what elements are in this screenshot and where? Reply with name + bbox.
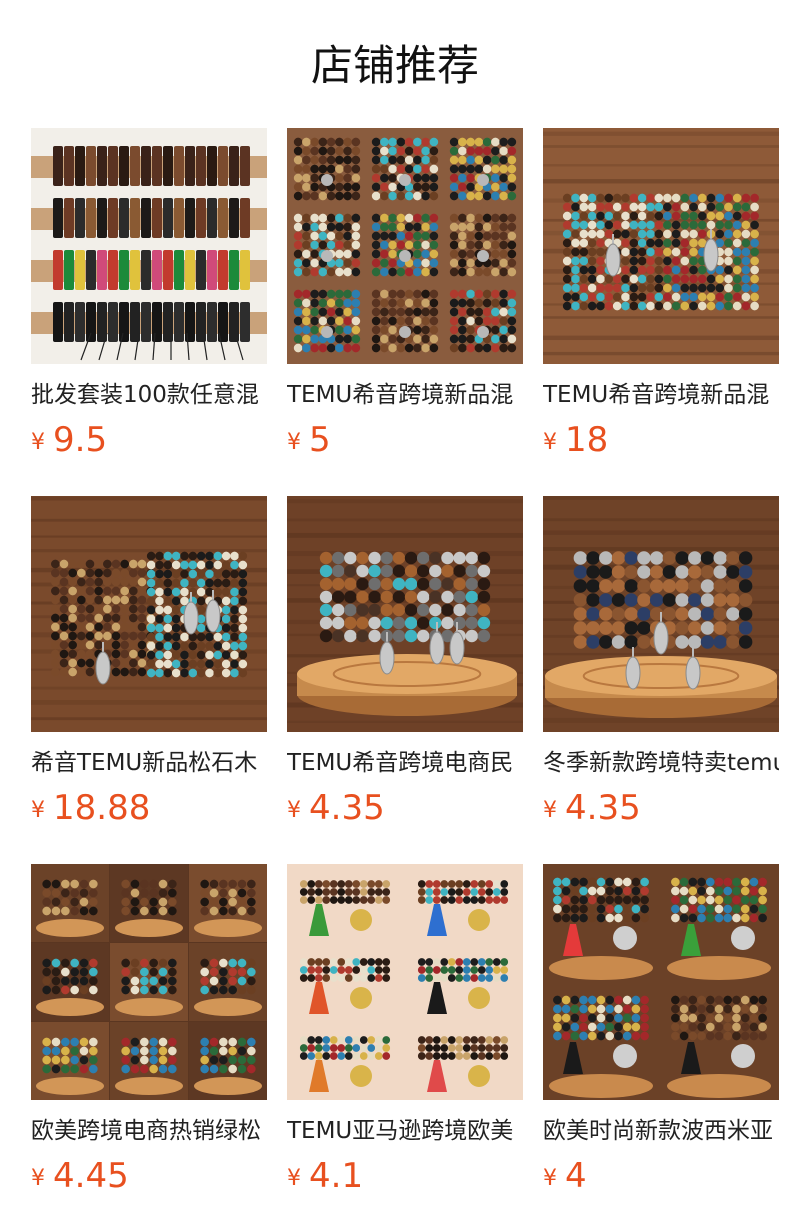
product-price: ¥5 [287,418,523,468]
currency-symbol: ¥ [543,798,557,823]
product-card[interactable]: TEMU希音跨境新品混 ¥18 [543,128,779,496]
product-image[interactable] [543,864,779,1100]
product-name[interactable]: TEMU希音跨境电商民 [287,748,523,778]
price-amount: 18 [565,420,609,460]
price-amount: 4 [565,1156,587,1196]
product-name[interactable]: 欧美跨境电商热销绿松 [31,1116,267,1146]
section-title: 店铺推荐 [310,41,479,90]
product-name[interactable]: TEMU亚马逊跨境欧美 [287,1116,523,1146]
product-price: ¥4.1 [287,1154,523,1204]
product-image[interactable] [31,128,267,364]
product-card[interactable]: 欧美跨境电商热销绿松 ¥4.45 [31,864,267,1232]
product-price: ¥4.35 [287,786,523,836]
product-price: ¥4.45 [31,1154,267,1204]
product-name[interactable]: 欧美时尚新款波西米亚 [543,1116,779,1146]
price-amount: 4.1 [309,1156,364,1196]
product-name[interactable]: TEMU希音跨境新品混 [543,380,779,410]
product-image[interactable] [31,864,267,1100]
product-card[interactable]: 冬季新款跨境特卖temu ¥4.35 [543,496,779,864]
currency-symbol: ¥ [31,430,45,455]
product-price: ¥4 [543,1154,779,1204]
price-amount: 18.88 [53,788,151,828]
product-card[interactable]: TEMU亚马逊跨境欧美 ¥4.1 [287,864,523,1232]
product-name[interactable]: 批发套装100款任意混 [31,380,267,410]
currency-symbol: ¥ [287,1166,301,1191]
product-grid: 批发套装100款任意混 ¥9.5 TEMU希音跨境新品混 ¥5 TEMU希音跨境… [31,128,790,1232]
product-card[interactable]: TEMU希音跨境新品混 ¥5 [287,128,523,496]
price-amount: 4.35 [565,788,641,828]
currency-symbol: ¥ [287,798,301,823]
product-card[interactable]: TEMU希音跨境电商民 ¥4.35 [287,496,523,864]
product-name[interactable]: TEMU希音跨境新品混 [287,380,523,410]
product-image[interactable] [287,128,523,364]
currency-symbol: ¥ [543,1166,557,1191]
price-amount: 4.45 [53,1156,129,1196]
currency-symbol: ¥ [287,430,301,455]
product-image[interactable] [543,128,779,364]
product-card[interactable]: 批发套装100款任意混 ¥9.5 [31,128,267,496]
product-price: ¥9.5 [31,418,267,468]
currency-symbol: ¥ [31,1166,45,1191]
product-price: ¥18 [543,418,779,468]
product-image[interactable] [31,496,267,732]
product-image[interactable] [287,496,523,732]
product-name[interactable]: 冬季新款跨境特卖temu [543,748,779,778]
price-amount: 5 [309,420,331,460]
currency-symbol: ¥ [543,430,557,455]
product-card[interactable]: 欧美时尚新款波西米亚 ¥4 [543,864,779,1232]
product-name[interactable]: 希音TEMU新品松石木 [31,748,267,778]
currency-symbol: ¥ [31,798,45,823]
price-amount: 4.35 [309,788,385,828]
product-image[interactable] [287,864,523,1100]
product-image[interactable] [543,496,779,732]
price-amount: 9.5 [53,420,108,460]
product-card[interactable]: 希音TEMU新品松石木 ¥18.88 [31,496,267,864]
product-price: ¥4.35 [543,786,779,836]
product-price: ¥18.88 [31,786,267,836]
